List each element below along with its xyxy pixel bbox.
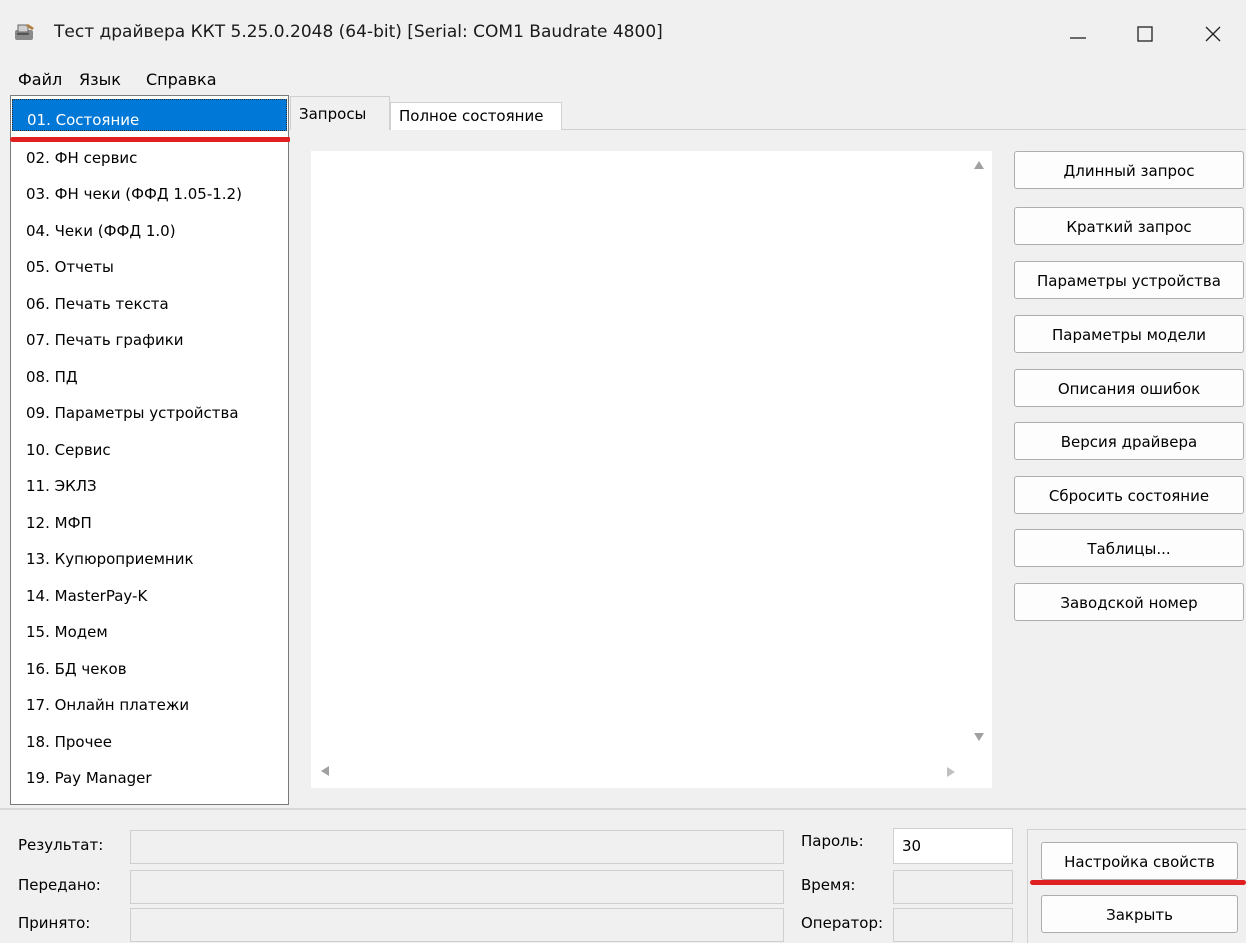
reset-status-button[interactable]: Сбросить состояние (1014, 476, 1244, 514)
scroll-right-arrow-icon[interactable] (946, 766, 956, 778)
close-window-button[interactable] (1188, 14, 1240, 54)
device-params-button[interactable]: Параметры устройства (1014, 261, 1244, 299)
menu-language[interactable]: Язык (79, 70, 121, 89)
sent-field (130, 870, 784, 904)
output-textarea[interactable] (310, 150, 993, 789)
sidebar-item-pay-manager[interactable]: 19. Pay Manager (12, 760, 287, 792)
maximize-button[interactable] (1120, 14, 1172, 54)
password-label: Пароль: (801, 832, 864, 850)
section-list: 01. Состояние 02. ФН сервис 03. ФН чеки … (10, 95, 289, 805)
title-bar: Тест драйвера ККТ 5.25.0.2048 (64-bit) [… (0, 0, 1246, 64)
sidebar-item-print-graphics[interactable]: 07. Печать графики (12, 322, 287, 354)
minimize-icon (1070, 37, 1086, 39)
sidebar-item-masterpay[interactable]: 14. MasterPay-K (12, 578, 287, 610)
time-label: Время: (801, 876, 856, 894)
settings-button[interactable]: Настройка свойств (1041, 842, 1238, 880)
close-icon (1205, 26, 1221, 42)
sidebar-item-pd[interactable]: 08. ПД (12, 359, 287, 391)
maximize-icon (1137, 26, 1153, 42)
close-button[interactable]: Закрыть (1041, 895, 1238, 933)
password-input[interactable]: 30 (893, 828, 1013, 864)
menu-bar: Файл Язык Справка (0, 66, 1246, 92)
scroll-left-arrow-icon[interactable] (320, 765, 330, 777)
result-field (130, 830, 784, 864)
long-request-button[interactable]: Длинный запрос (1014, 151, 1244, 189)
time-field (893, 870, 1013, 904)
tab-requests[interactable]: Запросы (290, 96, 390, 130)
model-params-button[interactable]: Параметры модели (1014, 315, 1244, 353)
sidebar-item-bill-acceptor[interactable]: 13. Купюроприемник (12, 541, 287, 573)
sidebar-item-reports[interactable]: 05. Отчеты (12, 249, 287, 281)
error-descriptions-button[interactable]: Описания ошибок (1014, 369, 1244, 407)
sidebar-item-fn-receipts[interactable]: 03. ФН чеки (ФФД 1.05-1.2) (12, 176, 287, 208)
sidebar-item-modem[interactable]: 15. Модем (12, 614, 287, 646)
sidebar-item-receipts[interactable]: 04. Чеки (ФФД 1.0) (12, 213, 287, 245)
scroll-up-arrow-icon[interactable] (973, 160, 985, 170)
scroll-down-arrow-icon[interactable] (973, 732, 985, 742)
menu-file[interactable]: Файл (18, 70, 62, 89)
minimize-button[interactable] (1052, 14, 1104, 54)
driver-version-button[interactable]: Версия драйвера (1014, 422, 1244, 460)
sidebar-item-receipt-db[interactable]: 16. БД чеков (12, 651, 287, 683)
tables-button[interactable]: Таблицы... (1014, 529, 1244, 567)
sidebar-item-mfp[interactable]: 12. МФП (12, 505, 287, 537)
short-request-button[interactable]: Краткий запрос (1014, 207, 1244, 245)
tab-full-status[interactable]: Полное состояние (390, 102, 562, 130)
menu-help[interactable]: Справка (146, 70, 217, 89)
highlight-underline (10, 137, 291, 142)
sidebar-item-status[interactable]: 01. Состояние (12, 99, 287, 131)
sidebar-item-eklz[interactable]: 11. ЭКЛЗ (12, 468, 287, 500)
operator-label: Оператор: (801, 914, 884, 932)
settings-underline (1030, 880, 1246, 885)
serial-number-button[interactable]: Заводской номер (1014, 583, 1244, 621)
sidebar-item-fn-service[interactable]: 02. ФН сервис (12, 140, 287, 172)
sidebar-item-service[interactable]: 10. Сервис (12, 432, 287, 464)
sidebar-item-online-payments[interactable]: 17. Онлайн платежи (12, 687, 287, 719)
sidebar-item-print-text[interactable]: 06. Печать текста (12, 286, 287, 318)
app-icon (15, 24, 34, 40)
window-title: Тест драйвера ККТ 5.25.0.2048 (64-bit) [… (54, 22, 663, 42)
sidebar-item-device-params[interactable]: 09. Параметры устройства (12, 395, 287, 427)
sidebar-item-other[interactable]: 18. Прочее (12, 724, 287, 756)
received-label: Принято: (18, 914, 91, 932)
sent-label: Передано: (18, 876, 101, 894)
result-label: Результат: (18, 836, 104, 854)
received-field (130, 908, 784, 942)
operator-field (893, 908, 1013, 942)
